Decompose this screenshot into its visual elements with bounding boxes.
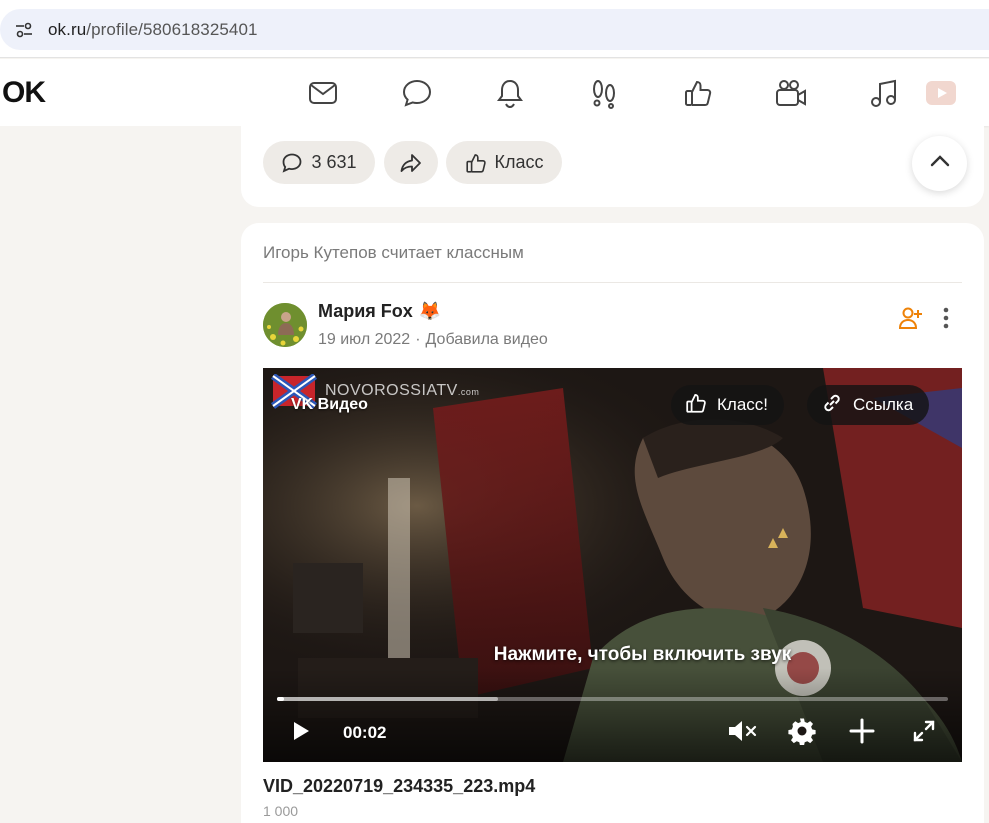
comments-count: 3 631 [311,152,357,172]
left-sidebar-space [0,126,241,811]
class-label: Класс [494,152,544,172]
thumbs-up-icon [465,152,487,174]
video-player[interactable]: NOVOROSSIATV.com VK Видео Класс! Ссылка [263,368,962,762]
video-camera-icon[interactable] [773,75,809,111]
feed-post-card: Игорь Кутепов считает классным Мария Fox… [241,223,984,823]
site-header: OK [0,59,989,126]
footprints-icon[interactable] [586,75,622,111]
divider [263,282,962,283]
current-time: 00:02 [343,723,387,742]
post-meta: 19 июл 2022 · Добавила видео [318,331,548,349]
video-play-icon[interactable] [922,75,958,111]
share-button[interactable] [384,141,438,184]
site-settings-icon[interactable] [12,18,36,42]
author-avatar[interactable] [263,303,307,347]
address-bar[interactable]: ok.ru/profile/580618325401 [0,9,989,50]
comments-button[interactable]: 3 631 [263,141,375,184]
video-class-label: Класс! [717,395,768,414]
post-action: Добавила видео [425,331,548,348]
play-button[interactable] [285,715,317,747]
chat-icon[interactable] [399,75,435,111]
watermark-suffix: .com [457,387,480,397]
class-button[interactable]: Класс [446,141,562,184]
post-date[interactable]: 19 июл 2022 [318,331,410,348]
liked-by-text[interactable]: Игорь Кутепов считает классным [263,243,524,263]
bell-icon[interactable] [492,75,528,111]
author-name-text: Мария Fox [318,301,413,321]
comment-icon [281,152,303,174]
more-options-icon[interactable] [935,305,957,331]
thumbs-up-icon [685,392,707,419]
video-class-button[interactable]: Класс! [671,385,784,425]
video-views: 1 000 [263,803,299,819]
url-host: ok.ru [48,19,87,39]
meta-separator: · [415,331,421,348]
browser-toolbar: ok.ru/profile/580618325401 [0,0,989,58]
copy-link-button[interactable]: Ссылка [807,385,930,425]
url-path: /profile/580618325401 [86,19,258,39]
chevron-up-icon [929,154,951,173]
add-icon[interactable] [846,715,878,747]
thumbs-up-icon[interactable] [680,75,716,111]
progress-bar[interactable] [277,697,948,701]
ok-logo[interactable]: OK [2,76,46,110]
author-name[interactable]: Мария Fox 🦊 [318,301,441,322]
add-friend-icon[interactable] [898,305,924,331]
share-arrow-icon [399,152,423,174]
settings-gear-icon[interactable] [786,715,818,747]
music-note-icon[interactable] [866,75,902,111]
unmute-hint[interactable]: Нажмите, чтобы включить звук [263,644,962,666]
video-title[interactable]: VID_20220719_234335_223.mp4 [263,776,535,797]
fox-emoji: 🦊 [418,301,442,321]
progress-buffered [277,697,499,701]
previous-post-card: 3 631 Класс [241,126,984,207]
vk-video-label[interactable]: VK Видео [291,396,368,414]
url-text[interactable]: ok.ru/profile/580618325401 [48,20,258,40]
link-icon [821,392,843,419]
copy-link-label: Ссылка [853,395,914,414]
muted-speaker-icon[interactable] [726,715,758,747]
mail-icon[interactable] [305,75,341,111]
progress-played [277,697,284,701]
fullscreen-icon[interactable] [908,715,940,747]
scroll-to-top-button[interactable] [912,136,967,191]
